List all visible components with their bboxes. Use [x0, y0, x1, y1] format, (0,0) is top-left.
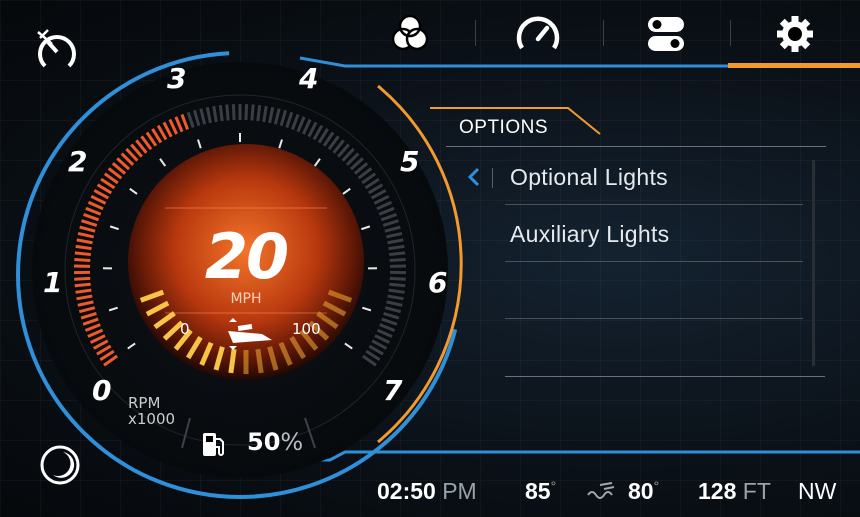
- depth-value: 128: [698, 478, 737, 504]
- tach-tick: [244, 104, 249, 121]
- clock-ampm: PM: [442, 478, 477, 504]
- gear-icon: [777, 16, 813, 52]
- heading: NW: [798, 478, 837, 504]
- nav-separator: [603, 20, 604, 46]
- tach-tick: [74, 282, 91, 288]
- tach-label-1: 1: [43, 266, 63, 299]
- trim-max-label: 100: [292, 320, 321, 338]
- back-separator: [492, 168, 493, 188]
- fuel-pump-icon: [201, 430, 227, 458]
- menu-divider: [505, 204, 803, 205]
- tach-tick: [75, 288, 92, 294]
- tach-tick: [389, 257, 406, 262]
- tach-tick: [256, 104, 262, 122]
- tach-label-6: 6: [428, 266, 448, 299]
- tach-tick: [74, 276, 91, 281]
- options-header-line: [446, 146, 826, 147]
- trim-tick: [255, 348, 264, 374]
- tach-label-4: 4: [299, 62, 319, 95]
- lighting-tab[interactable]: [380, 10, 440, 58]
- speedometer-reset-icon[interactable]: [34, 28, 80, 72]
- back-chevron-icon[interactable]: [465, 166, 483, 188]
- options-footer-line: [505, 376, 825, 377]
- toggle-switches-icon: [648, 17, 684, 51]
- clock-time: 02:50: [377, 478, 436, 504]
- depth: 128 FT: [698, 474, 771, 508]
- tach-tick: [225, 104, 230, 121]
- tach-tick: [389, 276, 406, 281]
- tach-label-5: 5: [400, 145, 420, 178]
- tach-label-0: 0: [92, 374, 112, 407]
- menu-item-optional-lights[interactable]: Optional Lights: [510, 164, 668, 191]
- nav-separator: [730, 20, 731, 46]
- fuel-level: 50%: [247, 428, 303, 456]
- trim-tick: [228, 348, 237, 374]
- fuel-unit: %: [280, 428, 304, 456]
- menu-divider: [505, 318, 803, 319]
- tach-label-2: 2: [68, 145, 88, 178]
- tach-tick: [389, 282, 406, 288]
- clock: 02:50 PM: [377, 474, 477, 508]
- rpm-multiplier: x1000: [128, 410, 176, 428]
- night-mode-moon-icon[interactable]: [39, 444, 81, 486]
- tach-tick: [74, 251, 91, 257]
- menu-item-auxiliary-lights[interactable]: Auxiliary Lights: [510, 221, 669, 248]
- trim-min-label: 0: [180, 320, 190, 338]
- tach-label-3: 3: [167, 62, 187, 95]
- helm-display: 0 1 2 3 4 5 6 7 RPM x1000 20 MPH 0 100 5…: [0, 0, 860, 517]
- rpm-label: RPM: [128, 394, 161, 412]
- switches-tab[interactable]: [636, 10, 696, 58]
- color-circles-icon: [391, 14, 429, 51]
- menu-divider: [505, 261, 803, 262]
- water-temp-icon: [586, 481, 618, 501]
- speed-unit: MPH: [230, 291, 262, 307]
- tach-label-7: 7: [383, 374, 403, 407]
- active-tab-underline: [728, 63, 860, 68]
- degree-symbol: °: [550, 478, 557, 494]
- air-temperature: 85°: [525, 474, 556, 508]
- nav-separator: [475, 20, 476, 46]
- degree-symbol: °: [653, 478, 660, 494]
- fuel-value: 50: [247, 428, 281, 456]
- water-temperature: 80°: [628, 474, 659, 508]
- rpm-unit-label: RPM x1000: [128, 395, 175, 427]
- water-temp-value: 80: [628, 478, 654, 504]
- settings-tab[interactable]: [765, 10, 825, 58]
- tach-tick: [74, 257, 91, 262]
- tach-tick: [388, 288, 405, 294]
- gauge-cluster: [16, 51, 860, 499]
- speed-value: 20: [204, 220, 289, 293]
- air-temp-value: 85: [525, 478, 551, 504]
- speedometer-icon: [516, 16, 560, 50]
- options-title: OPTIONS: [459, 117, 549, 138]
- tach-tick: [250, 104, 255, 121]
- tach-tick: [218, 104, 224, 122]
- tach-tick: [389, 251, 406, 257]
- scrollbar-track[interactable]: [812, 160, 815, 366]
- tach-tick: [231, 104, 236, 121]
- gauge-tab[interactable]: [508, 10, 568, 58]
- depth-unit: FT: [742, 478, 771, 504]
